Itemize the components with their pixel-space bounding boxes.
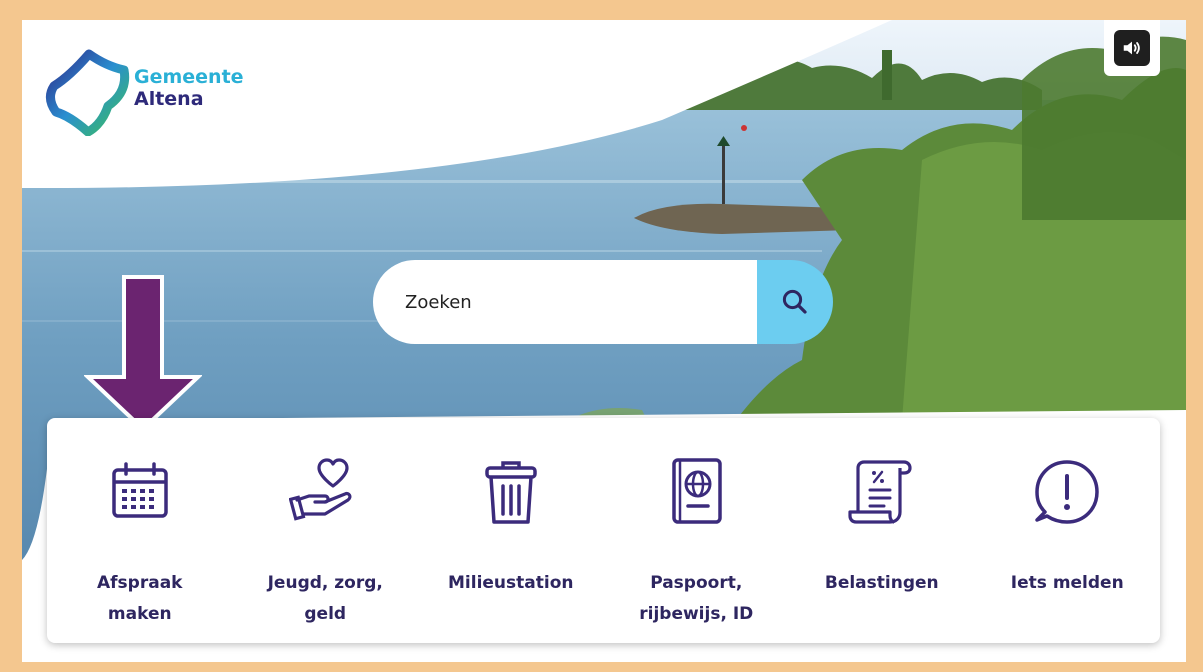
tile-label: Paspoort, rijbewijs, ID <box>639 573 754 624</box>
tile-afspraak-maken[interactable]: Afspraak maken <box>47 418 233 643</box>
logo-line2: Altena <box>134 88 204 110</box>
logo[interactable]: Gemeente Altena <box>44 46 264 136</box>
speaker-icon <box>1123 41 1140 55</box>
passport-icon <box>672 458 722 524</box>
search-bar <box>373 260 833 344</box>
annotation-arrow-icon <box>84 275 202 431</box>
trash-bin-icon <box>485 461 537 524</box>
logo-mark-icon <box>46 49 130 136</box>
tile-label: Jeugd, zorg, geld <box>267 573 383 624</box>
tile-label: Afspraak maken <box>97 573 183 624</box>
logo-text: Gemeente Altena <box>134 66 244 110</box>
hand-heart-icon <box>289 458 352 521</box>
tile-label: Iets melden <box>1010 573 1124 593</box>
alert-chat-icon <box>1035 460 1099 524</box>
tile-iets-melden[interactable]: Iets melden <box>975 418 1161 643</box>
tile-milieustation[interactable]: Milieustation <box>418 418 604 643</box>
search-input[interactable] <box>373 260 757 344</box>
sound-button[interactable] <box>1104 20 1160 76</box>
page-frame: Gemeente Altena Zoeken Afspraak maken Je… <box>22 20 1186 662</box>
tile-label: Belastingen <box>824 573 939 593</box>
tile-jeugd-zorg-geld[interactable]: Jeugd, zorg, geld <box>233 418 419 643</box>
search-icon <box>782 289 807 314</box>
quick-links-panel: Afspraak maken Jeugd, zorg, geld Milieus… <box>47 418 1160 643</box>
speaker-icon-wrap <box>1114 30 1150 66</box>
calendar-icon <box>112 462 168 518</box>
tile-label: Milieustation <box>448 573 574 593</box>
tax-scroll-icon <box>848 460 912 524</box>
tile-paspoort-rijbewijs-id[interactable]: Paspoort, rijbewijs, ID <box>604 418 790 643</box>
tile-belastingen[interactable]: Belastingen <box>789 418 975 643</box>
logo-line1: Gemeente <box>134 66 244 88</box>
